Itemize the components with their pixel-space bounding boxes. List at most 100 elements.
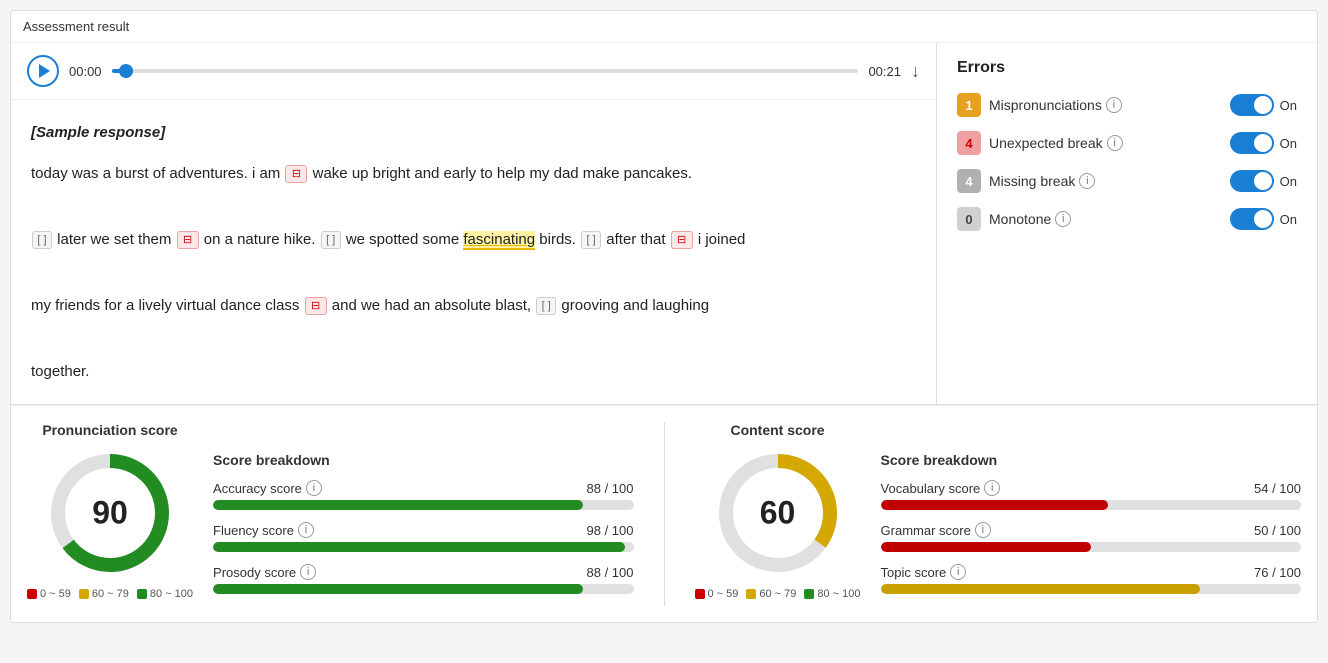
audio-bar: 00:00 00:21 ↓ xyxy=(11,43,936,100)
fluency-bar-track xyxy=(213,542,633,552)
info-icon-mispronunciations[interactable]: i xyxy=(1106,97,1122,113)
break-marker-missing-3: [ ] xyxy=(581,231,601,249)
content-chart-area: Content score 60 0 ~ 59 60 ~ 79 xyxy=(695,422,861,600)
info-icon-unexpected-break[interactable]: i xyxy=(1107,135,1123,151)
accuracy-score-value: 88 / 100 xyxy=(587,481,634,496)
right-panel: Errors 1 Mispronunciations i On 4 Unexp xyxy=(937,43,1317,404)
vocabulary-score-value: 54 / 100 xyxy=(1254,481,1301,496)
grammar-bar-fill xyxy=(881,542,1091,552)
info-icon-prosody[interactable]: i xyxy=(300,564,316,580)
toggle-label-mispronunciations: On xyxy=(1280,98,1297,113)
legend-range-low: 0 ~ 59 xyxy=(40,588,71,600)
toggle-group-monotone: On xyxy=(1230,208,1297,230)
content-title: Content score xyxy=(730,422,824,438)
toggle-label-unexpected-break: On xyxy=(1280,136,1297,151)
time-end: 00:21 xyxy=(868,64,901,79)
toggle-group-missing-break: On xyxy=(1230,170,1297,192)
content-legend-range-mid: 60 ~ 79 xyxy=(759,588,796,600)
info-icon-fluency[interactable]: i xyxy=(298,522,314,538)
content-legend: 0 ~ 59 60 ~ 79 80 ~ 100 xyxy=(695,588,861,600)
prosody-bar-fill xyxy=(213,584,583,594)
badge-unexpected-break: 4 xyxy=(957,131,981,155)
sample-text: [Sample response] today was a burst of a… xyxy=(11,100,936,404)
info-icon-monotone[interactable]: i xyxy=(1055,211,1071,227)
topic-score-value: 76 / 100 xyxy=(1254,565,1301,580)
pronunciation-donut: 90 xyxy=(45,448,175,578)
topic-score-row: Topic score i 76 / 100 xyxy=(881,564,1301,594)
left-panel: 00:00 00:21 ↓ [Sample response] today wa… xyxy=(11,43,937,404)
grammar-score-header: Grammar score i 50 / 100 xyxy=(881,522,1301,538)
word-fascinating: fascinating xyxy=(463,231,535,250)
accuracy-score-header: Accuracy score i 88 / 100 xyxy=(213,480,633,496)
label-monotone: Monotone i xyxy=(989,211,1222,227)
play-icon xyxy=(39,64,50,78)
time-start: 00:00 xyxy=(69,64,102,79)
assessment-container: Assessment result 00:00 00:21 ↓ xyxy=(10,10,1318,623)
vocabulary-score-row: Vocabulary score i 54 / 100 xyxy=(881,480,1301,510)
content-score-number: 60 xyxy=(760,495,796,532)
break-marker-unexpected-4: ⊟ xyxy=(305,297,327,315)
content-legend-item-red: 0 ~ 59 xyxy=(695,588,739,600)
vocabulary-bar-track xyxy=(881,500,1301,510)
content-legend-dot-green xyxy=(804,589,814,599)
topic-bar-track xyxy=(881,584,1301,594)
badge-missing-break: 4 xyxy=(957,169,981,193)
accuracy-bar-track xyxy=(213,500,633,510)
toggle-mispronunciations[interactable] xyxy=(1230,94,1274,116)
toggle-monotone[interactable] xyxy=(1230,208,1274,230)
errors-title: Errors xyxy=(957,59,1297,77)
label-unexpected-break: Unexpected break i xyxy=(989,135,1222,151)
topic-score-label: Topic score i xyxy=(881,564,967,580)
text-line-1: today was a burst of adventures. i am ⊟ … xyxy=(31,165,692,182)
grammar-score-label: Grammar score i xyxy=(881,522,991,538)
vocabulary-score-header: Vocabulary score i 54 / 100 xyxy=(881,480,1301,496)
assessment-title: Assessment result xyxy=(11,11,1317,43)
content-legend-item-yellow: 60 ~ 79 xyxy=(746,588,796,600)
content-section: Content score 60 0 ~ 59 60 ~ 79 xyxy=(695,422,1302,606)
info-icon-accuracy[interactable]: i xyxy=(306,480,322,496)
prosody-score-label: Prosody score i xyxy=(213,564,316,580)
progress-track[interactable] xyxy=(112,69,859,73)
bottom-section: Pronunciation score 90 0 ~ 59 60 xyxy=(11,405,1317,622)
legend-dot-red xyxy=(27,589,37,599)
fluency-score-value: 98 / 100 xyxy=(587,523,634,538)
prosody-bar-track xyxy=(213,584,633,594)
error-row-monotone: 0 Monotone i On xyxy=(957,207,1297,231)
prosody-score-row: Prosody score i 88 / 100 xyxy=(213,564,633,594)
topic-score-header: Topic score i 76 / 100 xyxy=(881,564,1301,580)
accuracy-score-row: Accuracy score i 88 / 100 xyxy=(213,480,633,510)
break-marker-unexpected-1: ⊟ xyxy=(285,165,307,183)
break-marker-missing-4: [ ] xyxy=(536,297,556,315)
legend-dot-green xyxy=(137,589,147,599)
section-divider xyxy=(664,422,665,606)
toggle-group-mispronunciations: On xyxy=(1230,94,1297,116)
info-icon-topic[interactable]: i xyxy=(950,564,966,580)
pronunciation-chart-area: Pronunciation score 90 0 ~ 59 60 xyxy=(27,422,193,600)
info-icon-grammar[interactable]: i xyxy=(975,522,991,538)
label-mispronunciations: Mispronunciations i xyxy=(989,97,1222,113)
legend-dot-yellow xyxy=(79,589,89,599)
fluency-bar-fill xyxy=(213,542,625,552)
content-breakdown: Score breakdown Vocabulary score i 54 / … xyxy=(881,422,1301,606)
error-row-unexpected-break: 4 Unexpected break i On xyxy=(957,131,1297,155)
break-marker-missing-2: [ ] xyxy=(321,231,341,249)
download-icon[interactable]: ↓ xyxy=(911,61,920,82)
play-button[interactable] xyxy=(27,55,59,87)
toggle-missing-break[interactable] xyxy=(1230,170,1274,192)
accuracy-bar-fill xyxy=(213,500,583,510)
sample-label: [Sample response] xyxy=(31,116,916,149)
content-legend-range-high: 80 ~ 100 xyxy=(817,588,860,600)
error-row-missing-break: 4 Missing break i On xyxy=(957,169,1297,193)
grammar-score-value: 50 / 100 xyxy=(1254,523,1301,538)
info-icon-vocabulary[interactable]: i xyxy=(984,480,1000,496)
content-legend-range-low: 0 ~ 59 xyxy=(708,588,739,600)
text-line-3: my friends for a lively virtual dance cl… xyxy=(31,297,709,314)
content-legend-item-green: 80 ~ 100 xyxy=(804,588,860,600)
error-row-mispronunciations: 1 Mispronunciations i On xyxy=(957,93,1297,117)
info-icon-missing-break[interactable]: i xyxy=(1079,173,1095,189)
prosody-score-header: Prosody score i 88 / 100 xyxy=(213,564,633,580)
text-line-2: [ ] later we set them ⊟ on a nature hike… xyxy=(31,231,745,248)
toggle-label-monotone: On xyxy=(1280,212,1297,227)
toggle-unexpected-break[interactable] xyxy=(1230,132,1274,154)
content-legend-dot-yellow xyxy=(746,589,756,599)
